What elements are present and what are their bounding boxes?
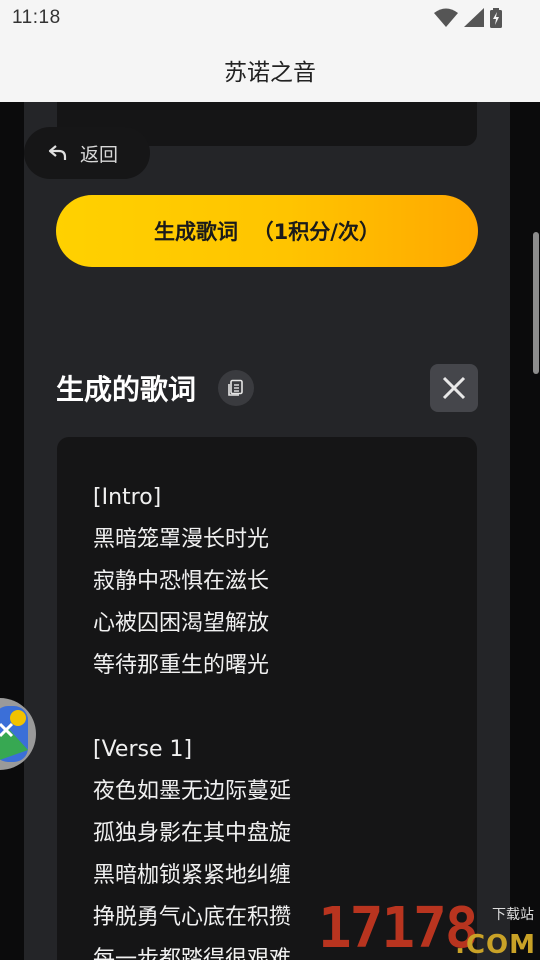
generate-lyrics-label: 生成歌词 （1积分/次） [154, 220, 380, 244]
lyric-line: 孤独身影在其中盘旋 [93, 821, 292, 846]
left-gutter [0, 102, 24, 960]
wifi-icon [434, 8, 458, 27]
status-icons [434, 8, 502, 28]
close-icon [442, 376, 466, 400]
right-gutter [510, 102, 540, 960]
battery-icon [490, 8, 502, 28]
app-bar: 苏诺之音 [0, 36, 540, 102]
lyrics-content: [Intro] 黑暗笼罩漫长时光 寂静中恐惧在滋长 心被囚困渴望解放 等待那重生… [57, 437, 477, 960]
lyric-line: 黑暗笼罩漫长时光 [93, 527, 270, 552]
status-time: 11:18 [12, 7, 61, 28]
lyric-line: 寂静中恐惧在滋长 [93, 569, 270, 594]
back-button[interactable]: 返回 [24, 127, 150, 179]
lyric-line: 等待那重生的曙光 [93, 653, 270, 678]
copy-button[interactable] [218, 370, 254, 406]
lyric-line: [Verse 1] [93, 737, 193, 762]
watermark-suffix: .COM [455, 930, 536, 960]
lyric-line: [Intro] [93, 485, 162, 510]
copy-icon [228, 379, 243, 396]
generate-lyrics-button[interactable]: 生成歌词 （1积分/次） [56, 195, 478, 267]
back-label: 返回 [80, 143, 119, 166]
back-arrow-icon [48, 145, 67, 160]
watermark-number: 17178 [318, 896, 479, 960]
lyrics-page[interactable]: 生成歌词 （1积分/次） 生成的歌词 [Intro] 黑暗笼罩漫长时光 寂静中恐… [24, 102, 510, 960]
lyric-line: 夜色如墨无边际蔓延 [93, 779, 292, 804]
lyric-blank-line [93, 687, 441, 729]
lyric-line: 心被囚困渴望解放 [93, 611, 270, 636]
close-lyrics-button[interactable] [430, 364, 478, 412]
app-title: 苏诺之音 [224, 60, 316, 86]
watermark-site: 下载站 [492, 907, 534, 923]
scrollbar[interactable] [533, 232, 539, 374]
lyric-line: 黑暗枷锁紧紧地纠缠 [93, 863, 292, 888]
signal-icon [464, 8, 484, 27]
status-bar: 11:18 [0, 0, 540, 36]
lyrics-title: 生成的歌词 [56, 373, 197, 406]
watermark-logo: 17178 下载站 .COM [318, 898, 540, 960]
